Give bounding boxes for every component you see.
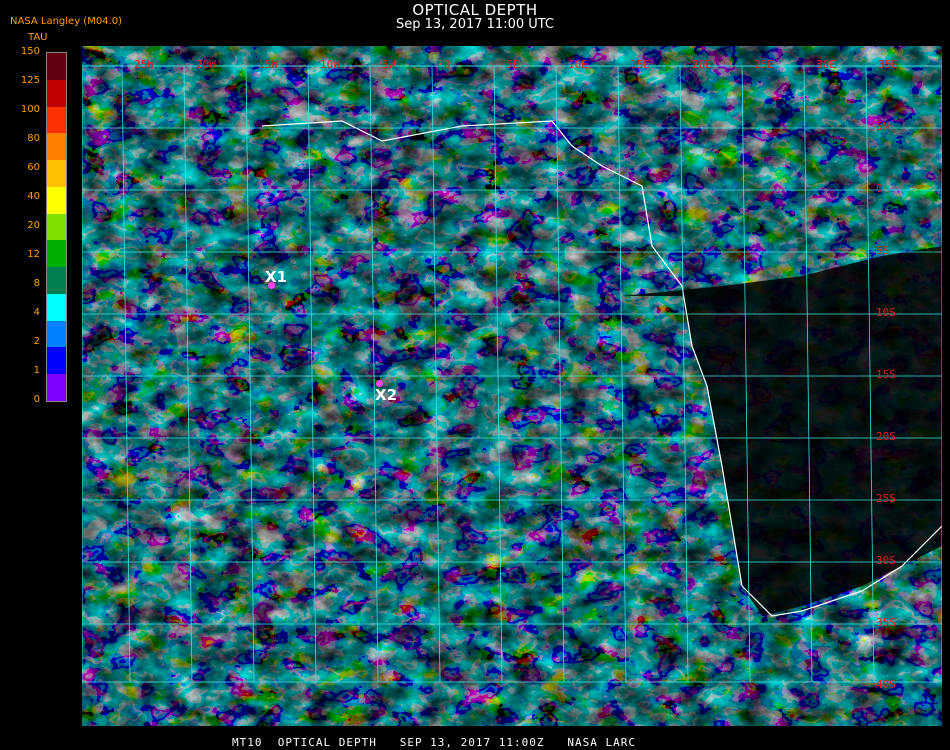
- longitude-label: 10E: [568, 58, 588, 71]
- latitude-label: 5N: [876, 120, 889, 133]
- color-legend: [46, 52, 67, 402]
- legend-tick: 4: [33, 307, 40, 318]
- marker-x2-label: X2: [375, 386, 398, 404]
- legend-tick: 125: [20, 75, 40, 86]
- legend-tick: 8: [33, 278, 40, 289]
- legend-swatch: [47, 320, 66, 348]
- latitude-label: 25S: [876, 492, 896, 505]
- longitude-label: 20E: [692, 58, 712, 71]
- longitude-label: 5W: [382, 58, 396, 71]
- legend-tick: 2: [33, 336, 40, 347]
- legend-tick: 12: [27, 249, 40, 260]
- longitude-label: 25W: [134, 58, 154, 71]
- longitude-label: 0: [444, 58, 451, 71]
- longitude-label: 15E: [630, 58, 650, 71]
- legend-ticks: 150 125 100 80 60 40 20 12 8 4 2 1 0: [0, 46, 44, 405]
- legend-tick: 20: [27, 220, 40, 231]
- legend-swatch: [47, 267, 66, 294]
- latitude-label: 0: [876, 182, 883, 195]
- legend-swatch: [47, 374, 66, 401]
- longitude-label: 15W: [258, 58, 278, 71]
- map-canvas: 25W 20W 15W 10W 5W 0 5E 10E 15E 20E 25E 30E 35E 5N 0 5S…: [82, 46, 942, 726]
- latitude-label: 20S: [876, 430, 896, 443]
- legend-tick: 150: [20, 46, 40, 57]
- latitude-label: 15S: [876, 368, 896, 381]
- latitude-label: 10S: [876, 306, 896, 319]
- latitude-label: 40S: [876, 678, 896, 691]
- longitude-label: 25E: [754, 58, 774, 71]
- legend-swatch: [47, 347, 66, 375]
- map-timestamp: Sep 13, 2017 11:00 UTC: [395, 17, 555, 32]
- legend-tick: 80: [27, 133, 40, 144]
- latitude-label: 30S: [876, 554, 896, 567]
- legend-title: TAU: [28, 32, 48, 43]
- legend-swatch: [47, 133, 66, 161]
- footer-caption: MT10 OPTICAL DEPTH SEP 13, 2017 11:00Z N…: [232, 736, 636, 749]
- longitude-label: 30E: [816, 58, 836, 71]
- legend-swatch: [47, 79, 66, 107]
- legend-tick: 40: [27, 191, 40, 202]
- marker-x1-label: X1: [265, 268, 288, 286]
- longitude-label: 20W: [196, 58, 216, 71]
- legend-swatch: [47, 240, 66, 268]
- legend-swatch: [47, 160, 66, 187]
- latitude-label: 35S: [876, 616, 896, 629]
- legend-tick: 0: [33, 394, 40, 405]
- map-area[interactable]: 25W 20W 15W 10W 5W 0 5E 10E 15E 20E 25E 30E 35E 5N 0 5S…: [82, 46, 942, 726]
- legend-swatch: [47, 53, 66, 80]
- legend-swatch: [47, 186, 66, 214]
- legend-swatch: [47, 293, 66, 321]
- longitude-label: 5E: [506, 58, 519, 71]
- legend-tick: 60: [27, 162, 40, 173]
- legend-tick: 100: [20, 104, 40, 115]
- legend-tick: 1: [33, 365, 40, 376]
- legend-swatch: [47, 106, 66, 134]
- producer-label: NASA Langley (M04.0): [10, 16, 122, 27]
- latitude-label: 5S: [876, 244, 889, 257]
- longitude-label: 35E: [878, 58, 898, 71]
- legend-swatch: [47, 213, 66, 241]
- longitude-label: 10W: [320, 58, 340, 71]
